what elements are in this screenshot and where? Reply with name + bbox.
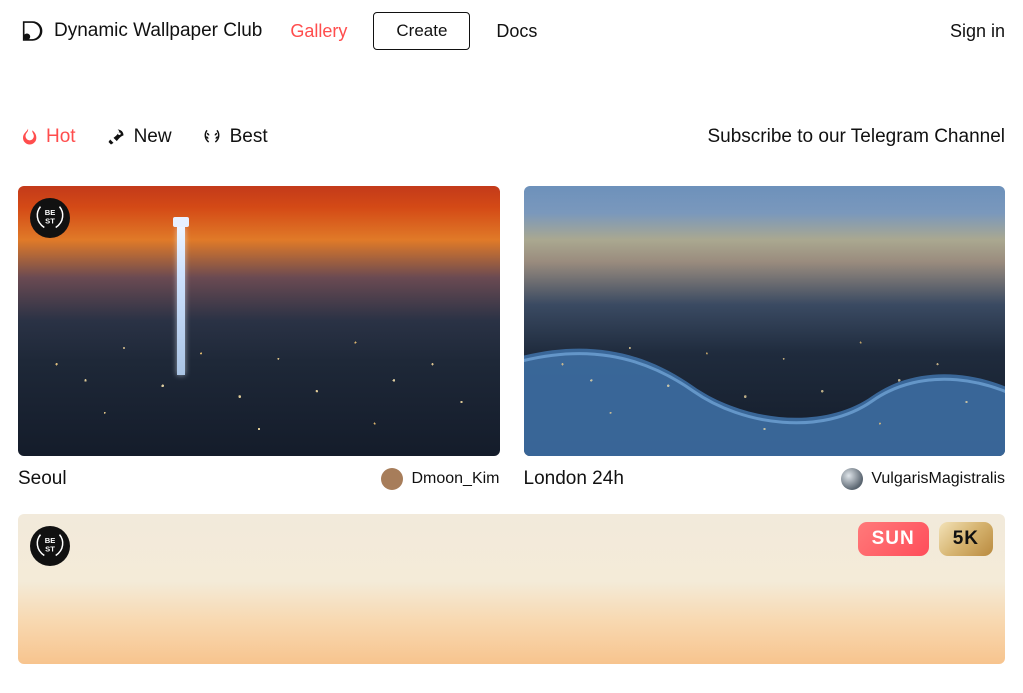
author-name[interactable]: VulgarisMagistralis — [871, 470, 1005, 488]
tab-hot[interactable]: Hot — [18, 126, 76, 148]
best-badge: BE ST — [30, 198, 70, 238]
nav-gallery[interactable]: Gallery — [290, 21, 347, 42]
svg-text:ST: ST — [45, 217, 55, 226]
brand[interactable]: Dynamic Wallpaper Club — [18, 18, 262, 44]
fire-icon — [18, 127, 38, 147]
tag-sun: SUN — [858, 522, 929, 556]
best-badge: BE ST — [30, 526, 70, 566]
author-avatar[interactable] — [381, 468, 403, 490]
author-name[interactable]: Dmoon_Kim — [411, 470, 499, 488]
rocket-icon — [106, 127, 126, 147]
header: Dynamic Wallpaper Club Gallery Create Do… — [0, 0, 1023, 58]
wallpaper-card: London 24h VulgarisMagistralis — [524, 186, 1006, 490]
nav-create[interactable]: Create — [373, 12, 470, 50]
sign-in-link[interactable]: Sign in — [950, 21, 1005, 42]
wallpaper-card: BE ST Seoul Dmoon_Kim — [18, 186, 500, 490]
tab-hot-label: Hot — [46, 126, 76, 148]
wallpaper-thumb-london[interactable] — [524, 186, 1006, 456]
svg-text:ST: ST — [45, 545, 55, 554]
gallery-grid: BE ST Seoul Dmoon_Kim London 24h — [0, 186, 1023, 664]
brand-name: Dynamic Wallpaper Club — [54, 20, 262, 42]
author-avatar[interactable] — [841, 468, 863, 490]
card-meta: Seoul Dmoon_Kim — [18, 468, 500, 490]
wallpaper-thumb-wide[interactable]: BE ST SUN 5K — [18, 514, 1005, 664]
tab-new[interactable]: New — [106, 126, 172, 148]
filter-bar: Hot New Best Subscribe to our Telegram C… — [0, 126, 1023, 148]
tab-best-label: Best — [230, 126, 268, 148]
tab-best[interactable]: Best — [202, 126, 268, 148]
card-meta: London 24h VulgarisMagistralis — [524, 468, 1006, 490]
tag-row: SUN 5K — [858, 522, 993, 556]
top-nav: Gallery Create Docs — [290, 12, 537, 50]
logo-icon — [18, 18, 44, 44]
wallpaper-card-wide: BE ST SUN 5K — [18, 514, 1005, 664]
tab-new-label: New — [134, 126, 172, 148]
wallpaper-title[interactable]: Seoul — [18, 468, 67, 490]
sort-tabs: Hot New Best — [18, 126, 268, 148]
telegram-cta[interactable]: Subscribe to our Telegram Channel — [708, 126, 1006, 148]
tag-5k: 5K — [939, 522, 993, 556]
nav-docs[interactable]: Docs — [496, 21, 537, 42]
wallpaper-thumb-seoul[interactable]: BE ST — [18, 186, 500, 456]
wallpaper-title[interactable]: London 24h — [524, 468, 624, 490]
laurel-icon — [202, 127, 222, 147]
